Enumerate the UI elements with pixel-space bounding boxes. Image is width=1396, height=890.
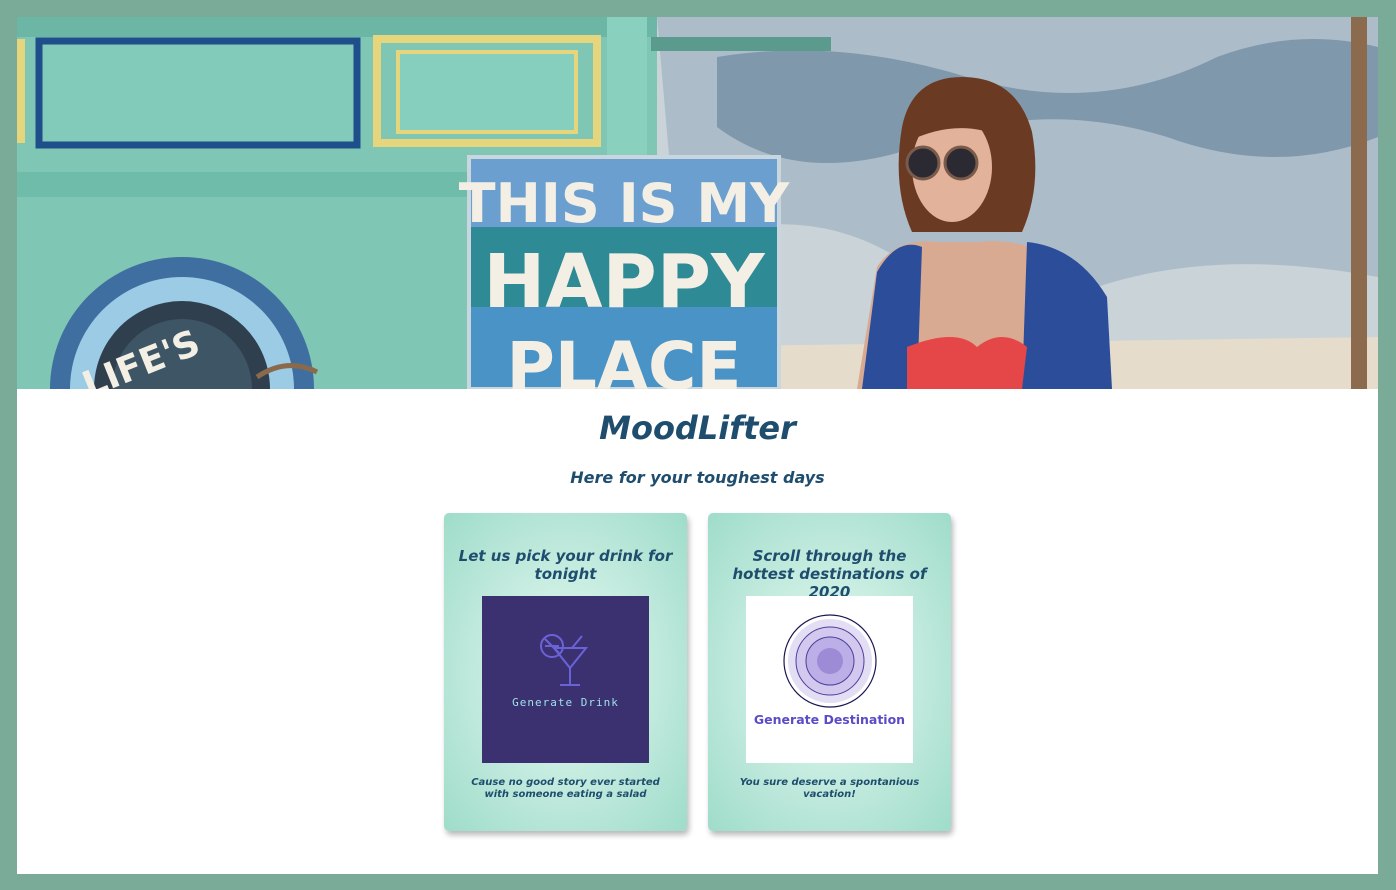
generate-drink-label: Generate Drink bbox=[512, 696, 619, 709]
page-title: MoodLifter bbox=[599, 409, 796, 447]
destination-card-heading: Scroll through the hottest destinations … bbox=[732, 547, 927, 601]
hero-image: LIFE'S THIS IS MY HAPPY PLACE bbox=[17, 17, 1378, 389]
page-frame: LIFE'S THIS IS MY HAPPY PLACE MoodLifter… bbox=[17, 17, 1378, 874]
concentric-circles-icon bbox=[783, 614, 877, 708]
page-subtitle: Here for your toughest days bbox=[570, 468, 825, 487]
generate-destination-button[interactable]: Generate Destination bbox=[746, 596, 913, 763]
drink-card: Let us pick your drink for tonight Gener… bbox=[444, 513, 687, 831]
sign-line-1: THIS IS MY bbox=[459, 172, 790, 235]
drink-card-caption: Cause no good story ever started with so… bbox=[471, 777, 660, 800]
hero-photo-illustration: LIFE'S THIS IS MY HAPPY PLACE bbox=[17, 17, 1378, 389]
cocktail-glass-icon bbox=[540, 634, 589, 686]
drink-card-heading: Let us pick your drink for tonight bbox=[458, 547, 673, 583]
sign-line-2: HAPPY bbox=[483, 239, 766, 325]
generate-drink-button[interactable]: Generate Drink bbox=[482, 596, 649, 763]
destination-card: Scroll through the hottest destinations … bbox=[708, 513, 951, 831]
sign-line-3: PLACE bbox=[506, 328, 741, 389]
generate-destination-label: Generate Destination bbox=[753, 712, 906, 727]
destination-card-caption: You sure deserve a spontanious vacation! bbox=[739, 777, 920, 800]
